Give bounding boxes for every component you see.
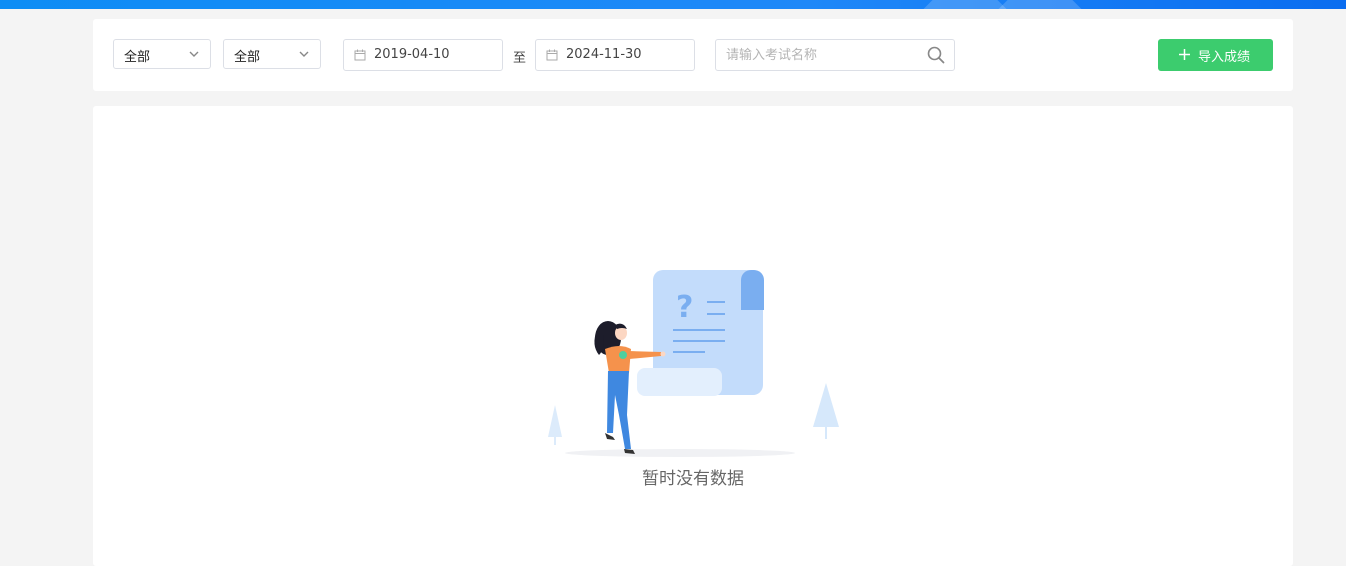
top-header-bar	[0, 0, 1346, 9]
import-scores-button[interactable]: 导入成绩	[1158, 39, 1273, 71]
category-select-value: 全部	[124, 50, 151, 65]
chevron-down-icon	[189, 51, 199, 57]
svg-text:?: ?	[676, 290, 693, 325]
import-scores-label: 导入成绩	[1198, 50, 1251, 65]
calendar-icon	[546, 49, 558, 61]
filter-toolbar: 全部 全部 2019-04-10 至 2024-11-30 请输入考试名称 导入…	[93, 19, 1293, 91]
header-decoration	[997, 0, 1083, 9]
end-date-value: 2024-11-30	[566, 47, 642, 62]
plus-icon	[1179, 49, 1190, 60]
type-select[interactable]: 全部	[223, 39, 321, 69]
start-date-value: 2019-04-10	[374, 47, 450, 62]
exam-name-search-input[interactable]	[715, 39, 955, 71]
end-date-picker[interactable]: 2024-11-30	[535, 39, 695, 71]
type-select-value: 全部	[234, 50, 261, 65]
empty-state-illustration: ?	[548, 270, 839, 457]
search-icon[interactable]	[927, 46, 945, 64]
calendar-icon	[354, 49, 366, 61]
start-date-picker[interactable]: 2019-04-10	[343, 39, 503, 71]
header-decoration	[922, 0, 1008, 9]
date-range-separator: 至	[513, 51, 527, 66]
chevron-down-icon	[299, 51, 309, 57]
category-select[interactable]: 全部	[113, 39, 211, 69]
empty-state-message: 暂时没有数据	[642, 469, 744, 489]
